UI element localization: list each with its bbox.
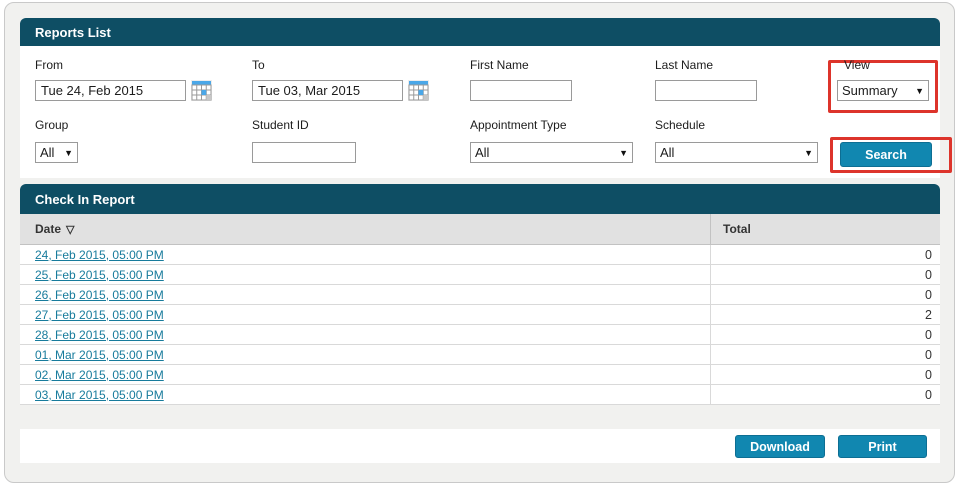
reports-list-header: Reports List — [20, 18, 940, 46]
table-header-row: Date ▽ Total — [20, 214, 940, 245]
group-select[interactable]: All ▼ — [35, 142, 78, 163]
total-column-label: Total — [723, 222, 751, 236]
group-select-value: All — [40, 145, 60, 160]
table-row: 26, Feb 2015, 05:00 PM 0 — [20, 285, 940, 305]
check-in-table: 24, Feb 2015, 05:00 PM 0 25, Feb 2015, 0… — [20, 245, 940, 405]
total-value: 0 — [710, 345, 940, 364]
schedule-select-value: All — [660, 145, 800, 160]
table-row: 28, Feb 2015, 05:00 PM 0 — [20, 325, 940, 345]
total-value: 0 — [710, 365, 940, 384]
total-value: 0 — [710, 265, 940, 284]
first-name-input[interactable] — [470, 80, 572, 101]
check-in-report-header: Check In Report — [20, 184, 940, 214]
date-link[interactable]: 02, Mar 2015, 05:00 PM — [35, 368, 164, 382]
to-date-input[interactable] — [252, 80, 403, 101]
first-name-label: First Name — [470, 58, 529, 72]
total-value: 0 — [710, 245, 940, 264]
appointment-type-select[interactable]: All ▼ — [470, 142, 633, 163]
chevron-down-icon: ▼ — [804, 148, 813, 158]
last-name-label: Last Name — [655, 58, 713, 72]
footer-bar: Download Print — [20, 429, 940, 463]
appointment-type-select-value: All — [475, 145, 615, 160]
table-row: 27, Feb 2015, 05:00 PM 2 — [20, 305, 940, 325]
download-button[interactable]: Download — [735, 435, 825, 458]
table-row: 24, Feb 2015, 05:00 PM 0 — [20, 245, 940, 265]
chevron-down-icon: ▼ — [619, 148, 628, 158]
date-link[interactable]: 01, Mar 2015, 05:00 PM — [35, 348, 164, 362]
table-row: 02, Mar 2015, 05:00 PM 0 — [20, 365, 940, 385]
search-button[interactable]: Search — [840, 142, 932, 167]
date-column-label: Date — [35, 222, 61, 236]
date-link[interactable]: 24, Feb 2015, 05:00 PM — [35, 248, 164, 262]
student-id-label: Student ID — [252, 118, 309, 132]
appointment-type-label: Appointment Type — [470, 118, 567, 132]
student-id-input[interactable] — [252, 142, 356, 163]
schedule-label: Schedule — [655, 118, 705, 132]
table-row: 03, Mar 2015, 05:00 PM 0 — [20, 385, 940, 405]
table-row: 01, Mar 2015, 05:00 PM 0 — [20, 345, 940, 365]
date-link[interactable]: 27, Feb 2015, 05:00 PM — [35, 308, 164, 322]
last-name-input[interactable] — [655, 80, 757, 101]
date-link[interactable]: 28, Feb 2015, 05:00 PM — [35, 328, 164, 342]
from-label: From — [35, 58, 63, 72]
to-calendar-icon[interactable] — [408, 80, 429, 101]
view-label: View — [844, 58, 870, 72]
filters-section: From To First Name Last Name View Summar… — [20, 46, 940, 178]
total-value: 2 — [710, 305, 940, 324]
total-column-header: Total — [710, 214, 940, 244]
total-value: 0 — [710, 325, 940, 344]
check-in-report-title: Check In Report — [35, 192, 135, 207]
group-label: Group — [35, 118, 68, 132]
date-link[interactable]: 03, Mar 2015, 05:00 PM — [35, 388, 164, 402]
sort-descending-icon[interactable]: ▽ — [66, 223, 74, 236]
date-link[interactable]: 26, Feb 2015, 05:00 PM — [35, 288, 164, 302]
schedule-select[interactable]: All ▼ — [655, 142, 818, 163]
date-column-header[interactable]: Date ▽ — [20, 214, 710, 244]
chevron-down-icon: ▼ — [915, 86, 924, 96]
from-date-input[interactable] — [35, 80, 186, 101]
chevron-down-icon: ▼ — [64, 148, 73, 158]
reports-list-title: Reports List — [35, 25, 111, 40]
print-button[interactable]: Print — [838, 435, 927, 458]
total-value: 0 — [710, 285, 940, 304]
total-value: 0 — [710, 385, 940, 404]
from-calendar-icon[interactable] — [191, 80, 212, 101]
date-link[interactable]: 25, Feb 2015, 05:00 PM — [35, 268, 164, 282]
to-label: To — [252, 58, 265, 72]
view-select-value: Summary — [842, 83, 911, 98]
table-row: 25, Feb 2015, 05:00 PM 0 — [20, 265, 940, 285]
view-select[interactable]: Summary ▼ — [837, 80, 929, 101]
